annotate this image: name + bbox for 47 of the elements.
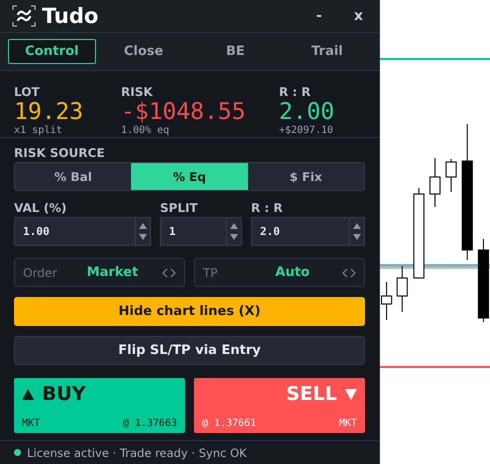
field-label: SPLIT [160,201,199,215]
down-arrow-icon[interactable] [230,234,238,240]
chevrons-icon [162,268,176,278]
stat-label: LOT [14,85,41,99]
segment-option[interactable]: $ Fix [248,163,364,190]
chevrons-icon [342,268,356,278]
candle [396,266,408,312]
selector-field[interactable]: Order Market [14,258,185,287]
logo-icon [12,5,36,27]
down-arrow-icon[interactable] [139,234,147,240]
number-field[interactable]: 1 [160,217,242,246]
number-field[interactable]: 1.00 [14,217,151,246]
segment-option[interactable]: % Eq [131,163,248,190]
up-arrow-icon[interactable] [139,223,147,230]
tab[interactable]: BE [192,39,280,64]
field-label: VAL (%) [14,201,68,215]
hide-lines-button[interactable]: Hide chart lines (X) [14,297,365,326]
tab[interactable]: Close [100,39,188,64]
down-arrow-icon[interactable] [353,234,361,240]
stat-subtext: x1 split [14,125,64,137]
up-arrow-icon[interactable] [230,223,238,230]
candle [381,282,392,320]
tab[interactable]: Trail [283,39,371,64]
down-triangle-icon [345,388,357,400]
stat-value: -$1048.55 [121,99,247,125]
candle [429,158,441,207]
window-title: Tudo [42,4,100,28]
stat-value: 2.00 [279,99,336,125]
number-field[interactable]: 2.0 [251,217,365,246]
field-label: R : R [251,201,284,215]
section-label: RISK SOURCE [14,146,106,160]
close-button[interactable]: x [348,8,369,24]
selector-field[interactable]: TP Auto [194,258,365,287]
stat-label: RISK [121,85,154,99]
stat-label: R : R [279,85,312,99]
stat-subtext: +$2097.10 [279,125,334,137]
tab[interactable]: Control [8,39,96,64]
flip-button[interactable]: Flip SL/TP via Entry [14,336,365,365]
buy-button[interactable]: BUY MKT @ 1.37663 [14,378,185,433]
stat-value: 19.23 [14,99,84,125]
minimize-button[interactable]: - [310,8,328,24]
status-text: License active · Trade ready · Sync OK [27,446,247,460]
up-arrow-icon[interactable] [353,223,361,230]
segment-option[interactable]: % Bal [15,163,132,190]
up-triangle-icon [22,388,34,400]
stat-subtext: 1.00% eq [121,125,170,137]
candle [446,159,457,192]
